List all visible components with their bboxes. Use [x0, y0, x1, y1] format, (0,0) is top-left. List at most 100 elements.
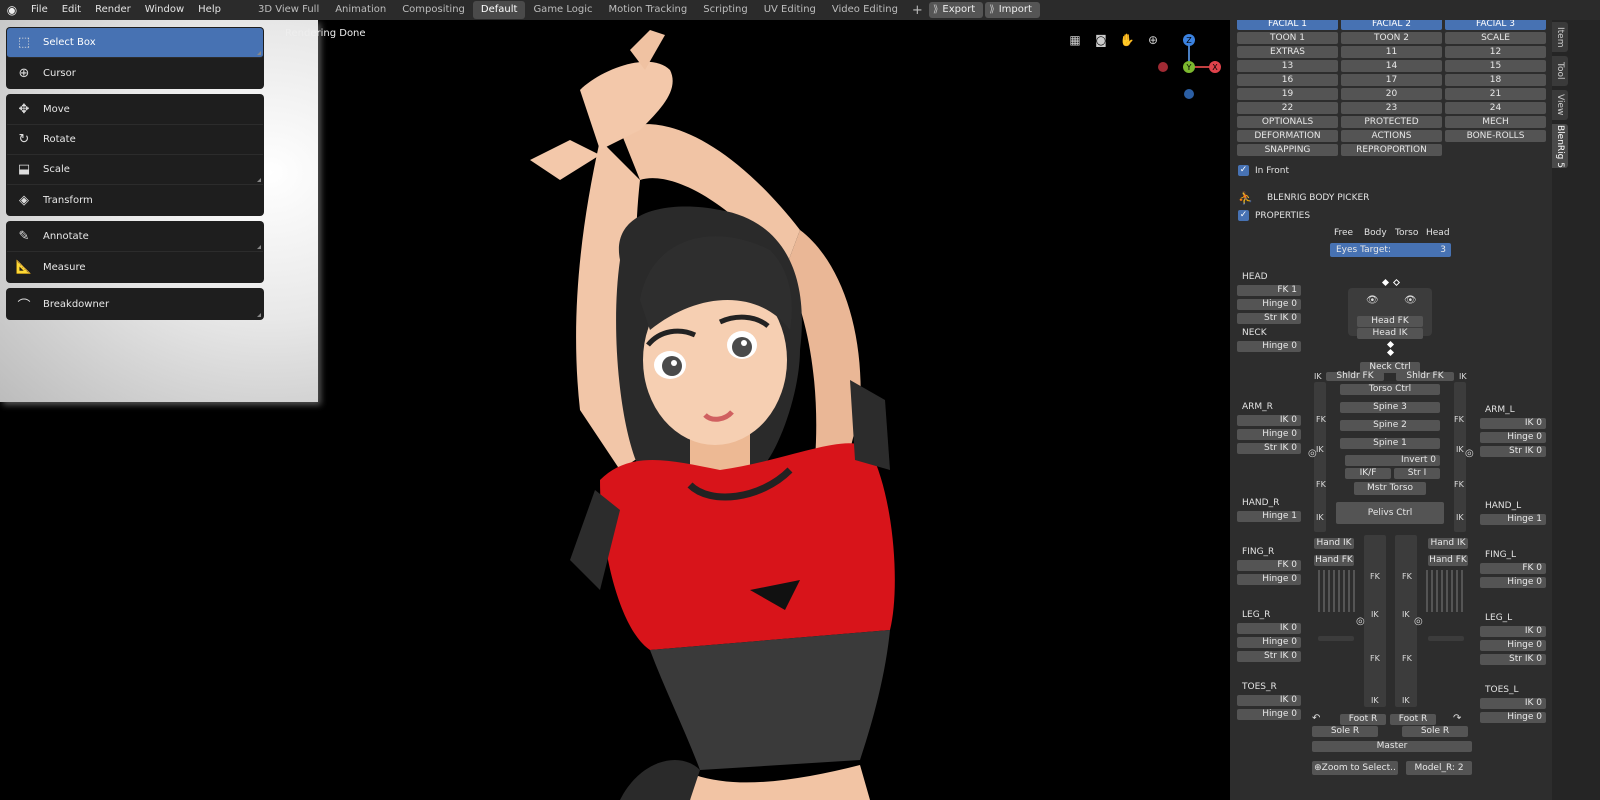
leg-r-ik-field[interactable]: IK 0 [1237, 623, 1301, 634]
hip-r-bar[interactable] [1318, 636, 1354, 641]
layer-button[interactable]: FACIAL 3 [1445, 20, 1546, 30]
shldr-fk-r-button[interactable]: Shldr FK [1326, 372, 1384, 381]
tab-tool[interactable]: Tool [1552, 56, 1568, 86]
hand-fk-l-button[interactable]: Hand FK [1428, 555, 1468, 566]
move-tool[interactable]: ✥ Move [7, 95, 263, 125]
tab-blenrig[interactable]: BlenRig 5 [1552, 124, 1568, 168]
shldr-fk-l-button[interactable]: Shldr FK [1396, 372, 1454, 381]
spine2-button[interactable]: Spine 2 [1340, 420, 1440, 431]
head-fk-field[interactable]: FK 1 [1237, 285, 1301, 296]
arm-l-hinge-field[interactable]: Hinge 0 [1480, 432, 1546, 443]
layer-button[interactable]: TOON 1 [1237, 32, 1338, 44]
tab-scripting[interactable]: Scripting [695, 1, 755, 19]
layer-button[interactable]: ACTIONS [1341, 130, 1442, 142]
neg-x-axis-icon[interactable] [1158, 62, 1168, 72]
menu-window[interactable]: Window [138, 0, 191, 20]
arm-r-ik-field[interactable]: IK 0 [1237, 415, 1301, 426]
menu-render[interactable]: Render [88, 0, 138, 20]
eyes-mode-free[interactable]: Free [1334, 228, 1353, 238]
head-top-diamond[interactable] [1381, 278, 1390, 287]
annotate-tool[interactable]: ✎ Annotate [7, 222, 263, 252]
camera-icon[interactable]: ◙ [1091, 30, 1111, 50]
eyes-mode-body[interactable]: Body [1364, 228, 1387, 238]
3d-viewport[interactable]: Rendering Done ▦ ◙ ✋ ⊕ Z Y X ⬚ Select Box… [0, 20, 1230, 800]
torso-ctrl-button[interactable]: Torso Ctrl [1340, 384, 1440, 395]
layer-button[interactable]: 11 [1341, 46, 1442, 58]
str-button[interactable]: Str I [1394, 468, 1440, 479]
invert-field[interactable]: Invert 0 [1345, 455, 1440, 466]
leg-l-ik-field[interactable]: IK 0 [1480, 626, 1546, 637]
scale-tool[interactable]: ⬓ Scale [7, 155, 263, 185]
menu-edit[interactable]: Edit [55, 0, 88, 20]
elbow-r-target-icon[interactable]: ◎ [1308, 448, 1317, 459]
knee-r-target-icon[interactable]: ◎ [1356, 616, 1365, 627]
neck-diamond-2[interactable] [1386, 348, 1395, 357]
layer-button[interactable]: BONE-ROLLS [1445, 130, 1546, 142]
layer-button[interactable]: 12 [1445, 46, 1546, 58]
roll-l-icon[interactable]: ↷ [1453, 713, 1461, 724]
hand-ik-r-button[interactable]: Hand IK [1314, 538, 1354, 549]
eye-l-icon[interactable]: 👁 [1404, 295, 1417, 306]
toes-l-ik-field[interactable]: IK 0 [1480, 698, 1546, 709]
hand-l-hinge-field[interactable]: Hinge 1 [1480, 514, 1546, 525]
tab-uv-editing[interactable]: UV Editing [756, 1, 824, 19]
menu-file[interactable]: File [24, 0, 55, 20]
layer-button[interactable]: 13 [1237, 60, 1338, 72]
layer-button[interactable]: PROTECTED [1341, 116, 1442, 128]
arm-r-hinge-field[interactable]: Hinge 0 [1237, 429, 1301, 440]
breakdowner-tool[interactable]: ⌒ Breakdowner [7, 289, 263, 319]
head-fk-button[interactable]: Head FK [1357, 316, 1423, 327]
arm-r-str-ik-field[interactable]: Str IK 0 [1237, 443, 1301, 454]
eye-r-icon[interactable]: 👁 [1366, 295, 1379, 306]
tab-default[interactable]: Default [472, 1, 526, 19]
hand-fk-r-button[interactable]: Hand FK [1314, 555, 1354, 566]
leg-l-str-ik-field[interactable]: Str IK 0 [1480, 654, 1546, 665]
toes-l-hinge-field[interactable]: Hinge 0 [1480, 712, 1546, 723]
fing-l-fk-field[interactable]: FK 0 [1480, 563, 1546, 574]
elbow-l-target-icon[interactable]: ◎ [1465, 448, 1474, 459]
layer-button[interactable]: 23 [1341, 102, 1442, 114]
pelvis-ctrl-button[interactable]: Pelivs Ctrl [1336, 502, 1444, 524]
layer-button[interactable]: MECH [1445, 116, 1546, 128]
foot-r-button-2[interactable]: Foot R [1390, 714, 1436, 725]
layer-button[interactable]: 19 [1237, 88, 1338, 100]
layer-button[interactable]: SCALE [1445, 32, 1546, 44]
select-box-tool[interactable]: ⬚ Select Box [7, 28, 263, 58]
export-button[interactable]: ⟫ Export [928, 2, 984, 18]
neck-diamond[interactable] [1386, 340, 1395, 349]
fing-r-fk-field[interactable]: FK 0 [1237, 560, 1301, 571]
layer-button[interactable]: 24 [1445, 102, 1546, 114]
head-top-diamond-outline[interactable] [1392, 278, 1401, 287]
eyes-mode-torso[interactable]: Torso [1395, 228, 1418, 238]
blender-logo-icon[interactable]: ◉ [0, 0, 24, 20]
tab-compositing[interactable]: Compositing [394, 1, 473, 19]
layer-button[interactable]: 17 [1341, 74, 1442, 86]
layer-button[interactable]: 16 [1237, 74, 1338, 86]
sole-r-button-2[interactable]: Sole R [1402, 726, 1468, 737]
leg-r-chain[interactable] [1364, 535, 1386, 707]
layer-button[interactable]: REPROPORTION [1341, 144, 1442, 156]
sole-r-button[interactable]: Sole R [1312, 726, 1378, 737]
head-ik-button[interactable]: Head IK [1357, 328, 1423, 339]
mstr-torso-button[interactable]: Mstr Torso [1354, 482, 1426, 495]
cursor-tool[interactable]: ⊕ Cursor [7, 58, 263, 88]
grid-view-icon[interactable]: ▦ [1065, 30, 1085, 50]
layer-button[interactable]: SNAPPING [1237, 144, 1338, 156]
layer-button[interactable]: FACIAL 1 [1237, 20, 1338, 30]
model-r-field[interactable]: Model_R: 2 [1406, 761, 1472, 775]
layer-button[interactable]: 18 [1445, 74, 1546, 86]
eyes-target-slider[interactable]: Eyes Target: 3 [1330, 243, 1451, 257]
knee-l-target-icon[interactable]: ◎ [1414, 616, 1423, 627]
arm-l-str-ik-field[interactable]: Str IK 0 [1480, 446, 1546, 457]
tab-item[interactable]: Item [1552, 22, 1568, 52]
layer-button[interactable]: EXTRAS [1237, 46, 1338, 58]
add-workspace-icon[interactable]: + [906, 3, 929, 18]
pan-hand-icon[interactable]: ✋ [1117, 30, 1137, 50]
layer-button[interactable]: 21 [1445, 88, 1546, 100]
tab-game-logic[interactable]: Game Logic [525, 1, 600, 19]
master-button[interactable]: Master [1312, 741, 1472, 752]
hand-ik-l-button[interactable]: Hand IK [1428, 538, 1468, 549]
ikf-button[interactable]: IK/F [1345, 468, 1391, 479]
tab-motion-tracking[interactable]: Motion Tracking [601, 1, 696, 19]
neck-hinge-field[interactable]: Hinge 0 [1237, 341, 1301, 352]
